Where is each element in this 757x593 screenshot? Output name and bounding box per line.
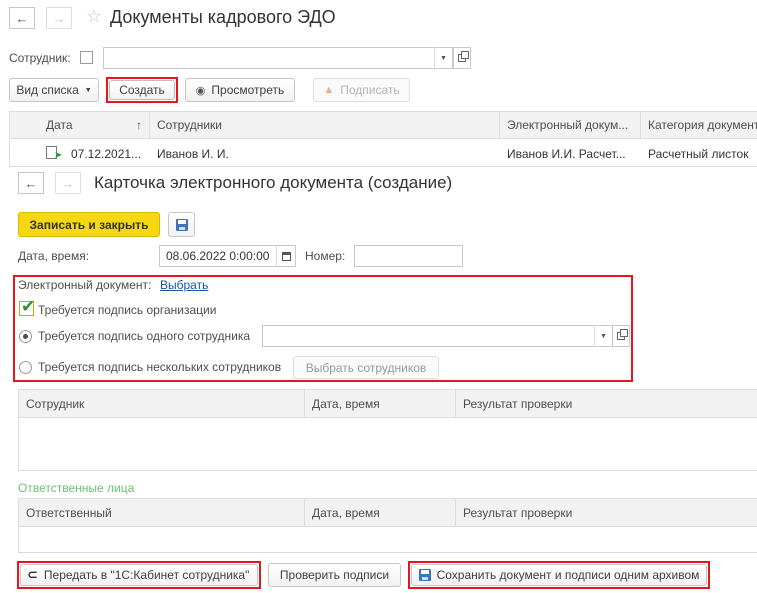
sign-button[interactable]: ▲ Подписать — [313, 78, 410, 102]
column-header-check-result[interactable]: Результат проверки — [456, 390, 757, 417]
column-header-check-result[interactable]: Результат проверки — [456, 499, 757, 526]
checkmark-icon: ✔ — [21, 297, 36, 316]
signers-grid: Сотрудник Дата, время Результат проверки — [18, 389, 757, 471]
column-header-date[interactable]: Дата ↑ — [10, 112, 150, 138]
save-button[interactable] — [168, 212, 195, 237]
many-employees-radio[interactable] — [19, 361, 32, 374]
floppy-disk-icon — [175, 218, 188, 231]
one-employee-input[interactable] — [262, 325, 613, 347]
signers-header: Сотрудник Дата, время Результат проверки — [19, 390, 757, 418]
view-button[interactable]: ◉ Просмотреть — [185, 78, 295, 102]
responsible-grid: Ответственный Дата, время Результат пров… — [18, 498, 757, 553]
seal-icon: ▲ — [323, 84, 335, 96]
org-sign-checkbox[interactable]: ✔ — [19, 297, 35, 316]
calendar-icon[interactable] — [276, 246, 295, 266]
save-and-close-button[interactable]: Записать и закрыть — [18, 212, 160, 237]
responsible-header: Ответственный Дата, время Результат пров… — [19, 499, 757, 527]
edoc-select-link[interactable]: Выбрать — [160, 278, 208, 292]
column-header-employee[interactable]: Сотрудник — [19, 390, 305, 417]
back-button[interactable]: ← — [9, 7, 35, 29]
org-sign-label: Требуется подпись организации — [38, 303, 217, 317]
save-archive-button[interactable]: Сохранить документ и подписи одним архив… — [411, 564, 707, 586]
one-employee-label: Требуется подпись одного сотрудника — [38, 329, 251, 343]
table-row[interactable]: ➤ 07.12.2021... Иванов И. И. Иванов И.И.… — [10, 140, 757, 167]
employee-filter-input[interactable] — [103, 47, 453, 69]
number-label: Номер: — [305, 249, 346, 263]
column-header-datetime[interactable]: Дата, время — [305, 390, 456, 417]
1c-logo-icon: ⊂ — [27, 567, 38, 582]
select-employees-button[interactable]: Выбрать сотрудников — [293, 356, 439, 379]
forward-button[interactable]: → — [46, 7, 72, 29]
eye-icon: ◉ — [195, 84, 206, 97]
datetime-label: Дата, время: — [18, 249, 90, 263]
open-icon[interactable] — [453, 47, 471, 69]
column-header-employees[interactable]: Сотрудники — [150, 112, 500, 138]
employee-filter-label: Сотрудник: — [9, 51, 71, 65]
card-forward-button[interactable]: → — [55, 172, 81, 194]
column-header-datetime[interactable]: Дата, время — [305, 499, 456, 526]
card-back-button[interactable]: ← — [18, 172, 44, 194]
chevron-down-icon: ▼ — [84, 86, 92, 94]
view-list-button[interactable]: Вид списка ▼ — [9, 78, 99, 102]
window-title: Документы кадрового ЭДО — [110, 7, 336, 27]
one-employee-radio[interactable] — [19, 330, 32, 343]
floppy-disk-icon — [418, 569, 431, 581]
list-header: Дата ↑ Сотрудники Электронный докум... К… — [10, 112, 757, 139]
responsible-section-title: Ответственные лица — [18, 481, 135, 495]
many-employees-label: Требуется подпись нескольких сотрудников — [38, 360, 282, 374]
open-icon[interactable] — [612, 325, 630, 347]
column-header-responsible[interactable]: Ответственный — [19, 499, 305, 526]
number-input[interactable] — [354, 245, 463, 267]
employee-filter-checkbox[interactable] — [80, 51, 93, 64]
send-to-cabinet-button[interactable]: ⊂ Передать в "1С:Кабинет сотрудника" — [20, 564, 258, 586]
sort-arrow-icon: ↑ — [136, 118, 142, 132]
favorite-star-icon[interactable]: ☆ — [86, 6, 102, 27]
green-arrow-icon: ➤ — [54, 150, 63, 161]
column-header-edoc[interactable]: Электронный докум... — [500, 112, 641, 138]
card-title: Карточка электронного документа (создани… — [94, 173, 453, 192]
chevron-down-icon[interactable]: ▼ — [594, 325, 612, 347]
column-header-category[interactable]: Категория документ — [641, 112, 757, 138]
check-signatures-button[interactable]: Проверить подписи — [268, 563, 401, 587]
create-button[interactable]: Создать — [109, 80, 175, 100]
edoc-label: Электронный документ: — [18, 278, 152, 292]
chevron-down-icon[interactable]: ▼ — [434, 47, 452, 69]
documents-list: Дата ↑ Сотрудники Электронный докум... К… — [9, 111, 757, 167]
